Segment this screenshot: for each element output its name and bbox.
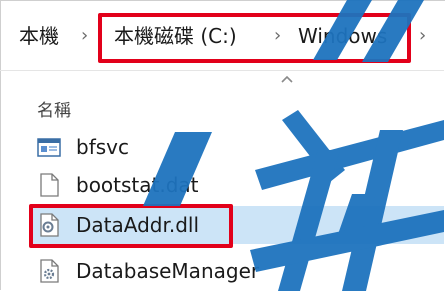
list-item[interactable]: bfsvc: [30, 128, 444, 166]
highlight-box-address: [98, 13, 411, 63]
breadcrumb-chevron-icon[interactable]: ›: [419, 24, 426, 48]
file-icon: [40, 173, 59, 197]
list-item[interactable]: bootstat.dat: [30, 166, 444, 204]
settings-file-icon: [40, 259, 59, 283]
list-item[interactable]: DatabaseManager: [30, 252, 444, 290]
divider: [0, 70, 444, 71]
column-header-name[interactable]: 名稱: [37, 96, 71, 121]
breadcrumb-this-pc[interactable]: 本機: [19, 24, 59, 48]
sort-ascending-icon[interactable]: [280, 74, 294, 84]
file-name: bootstat.dat: [76, 173, 199, 197]
application-icon: [37, 138, 61, 157]
file-name: bfsvc: [76, 135, 129, 159]
file-name: DatabaseManager: [76, 259, 260, 283]
breadcrumb-chevron-icon[interactable]: ›: [81, 24, 88, 48]
highlight-box-file: [29, 204, 233, 248]
